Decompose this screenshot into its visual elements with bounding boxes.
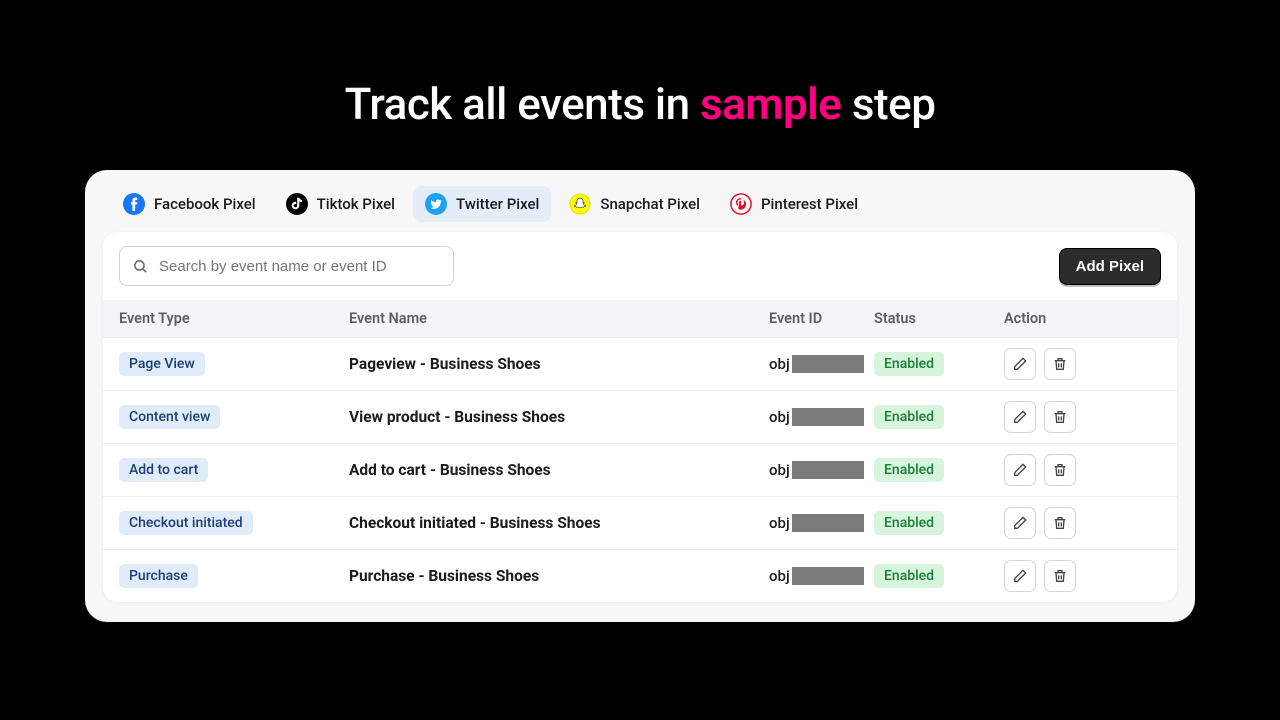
status-badge: Enabled bbox=[874, 405, 944, 429]
col-event-type: Event Type bbox=[119, 310, 349, 327]
trash-icon bbox=[1052, 515, 1068, 531]
status-badge: Enabled bbox=[874, 511, 944, 535]
event-type-chip: Add to cart bbox=[119, 458, 208, 482]
event-name: View product - Business Shoes bbox=[349, 408, 769, 426]
tab-twitter-pixel[interactable]: Twitter Pixel bbox=[413, 186, 551, 222]
delete-button[interactable] bbox=[1044, 348, 1076, 380]
edit-button[interactable] bbox=[1004, 401, 1036, 433]
pencil-icon bbox=[1012, 515, 1028, 531]
status-badge: Enabled bbox=[874, 564, 944, 588]
redacted-id bbox=[792, 408, 864, 426]
redacted-id bbox=[792, 355, 864, 373]
delete-button[interactable] bbox=[1044, 560, 1076, 592]
col-status: Status bbox=[874, 310, 1004, 327]
event-type-chip: Purchase bbox=[119, 564, 198, 588]
edit-button[interactable] bbox=[1004, 560, 1036, 592]
table-row: Content view View product - Business Shoe… bbox=[103, 390, 1177, 443]
edit-button[interactable] bbox=[1004, 454, 1036, 486]
tab-label: Pinterest Pixel bbox=[761, 195, 858, 213]
col-action: Action bbox=[1004, 310, 1161, 327]
trash-icon bbox=[1052, 568, 1068, 584]
delete-button[interactable] bbox=[1044, 401, 1076, 433]
col-event-name: Event Name bbox=[349, 310, 769, 327]
pencil-icon bbox=[1012, 356, 1028, 372]
search-input-wrapper[interactable] bbox=[119, 246, 454, 286]
add-pixel-button[interactable]: Add Pixel bbox=[1059, 248, 1161, 285]
event-id: obj bbox=[769, 514, 874, 532]
redacted-id bbox=[792, 461, 864, 479]
event-id: obj bbox=[769, 355, 874, 373]
trash-icon bbox=[1052, 356, 1068, 372]
headline-post: step bbox=[841, 78, 935, 130]
card-toolbar: Add Pixel bbox=[103, 232, 1177, 300]
table-body: Page ViewPageview - Business ShoesobjEna… bbox=[103, 337, 1177, 602]
tab-facebook-pixel[interactable]: Facebook Pixel bbox=[111, 186, 268, 222]
event-id: obj bbox=[769, 461, 874, 479]
pinterest-icon bbox=[730, 193, 752, 215]
tab-tiktok-pixel[interactable]: Tiktok Pixel bbox=[274, 186, 407, 222]
headline-pre: Track all events in bbox=[345, 78, 700, 130]
tab-pinterest-pixel[interactable]: Pinterest Pixel bbox=[718, 186, 870, 222]
facebook-icon bbox=[123, 193, 145, 215]
trash-icon bbox=[1052, 462, 1068, 478]
trash-icon bbox=[1052, 409, 1068, 425]
search-input[interactable] bbox=[159, 258, 441, 275]
page-headline: Track all events in sample step bbox=[0, 0, 1280, 130]
event-name: Checkout initiated - Business Shoes bbox=[349, 514, 769, 532]
delete-button[interactable] bbox=[1044, 507, 1076, 539]
events-card: Add Pixel Event Type Event Name Event ID… bbox=[103, 232, 1177, 602]
delete-button[interactable] bbox=[1044, 454, 1076, 486]
redacted-id bbox=[792, 514, 864, 532]
tab-label: Snapchat Pixel bbox=[600, 195, 700, 213]
tab-label: Facebook Pixel bbox=[154, 195, 256, 213]
headline-accent: sample bbox=[700, 78, 841, 130]
search-icon bbox=[132, 258, 149, 275]
redacted-id bbox=[792, 567, 864, 585]
pixel-tabbar: Facebook Pixel Tiktok Pixel Twitter Pixe… bbox=[103, 184, 1177, 232]
table-row: Add to cart Add to cart - Business Shoeso… bbox=[103, 443, 1177, 496]
status-badge: Enabled bbox=[874, 458, 944, 482]
event-type-chip: Content view bbox=[119, 405, 220, 429]
tab-snapchat-pixel[interactable]: Snapchat Pixel bbox=[557, 186, 712, 222]
twitter-icon bbox=[425, 193, 447, 215]
tab-label: Twitter Pixel bbox=[456, 195, 539, 213]
status-badge: Enabled bbox=[874, 352, 944, 376]
event-id: obj bbox=[769, 408, 874, 426]
tab-label: Tiktok Pixel bbox=[317, 195, 395, 213]
tiktok-icon bbox=[286, 193, 308, 215]
edit-button[interactable] bbox=[1004, 348, 1036, 380]
col-event-id: Event ID bbox=[769, 310, 874, 327]
event-name: Pageview - Business Shoes bbox=[349, 355, 769, 373]
snapchat-icon bbox=[569, 193, 591, 215]
table-header: Event Type Event Name Event ID Status Ac… bbox=[103, 300, 1177, 337]
pixel-panel: Facebook Pixel Tiktok Pixel Twitter Pixe… bbox=[85, 170, 1195, 622]
table-row: Checkout initiated Checkout initiated - B… bbox=[103, 496, 1177, 549]
event-type-chip: Page View bbox=[119, 352, 205, 376]
event-type-chip: Checkout initiated bbox=[119, 511, 253, 535]
pencil-icon bbox=[1012, 568, 1028, 584]
table-row: Purchase Purchase - Business ShoesobjEnab… bbox=[103, 549, 1177, 602]
pencil-icon bbox=[1012, 462, 1028, 478]
event-id: obj bbox=[769, 567, 874, 585]
edit-button[interactable] bbox=[1004, 507, 1036, 539]
event-name: Purchase - Business Shoes bbox=[349, 567, 769, 585]
table-row: Page View Pageview - Business ShoesobjEna… bbox=[103, 337, 1177, 390]
pencil-icon bbox=[1012, 409, 1028, 425]
event-name: Add to cart - Business Shoes bbox=[349, 461, 769, 479]
